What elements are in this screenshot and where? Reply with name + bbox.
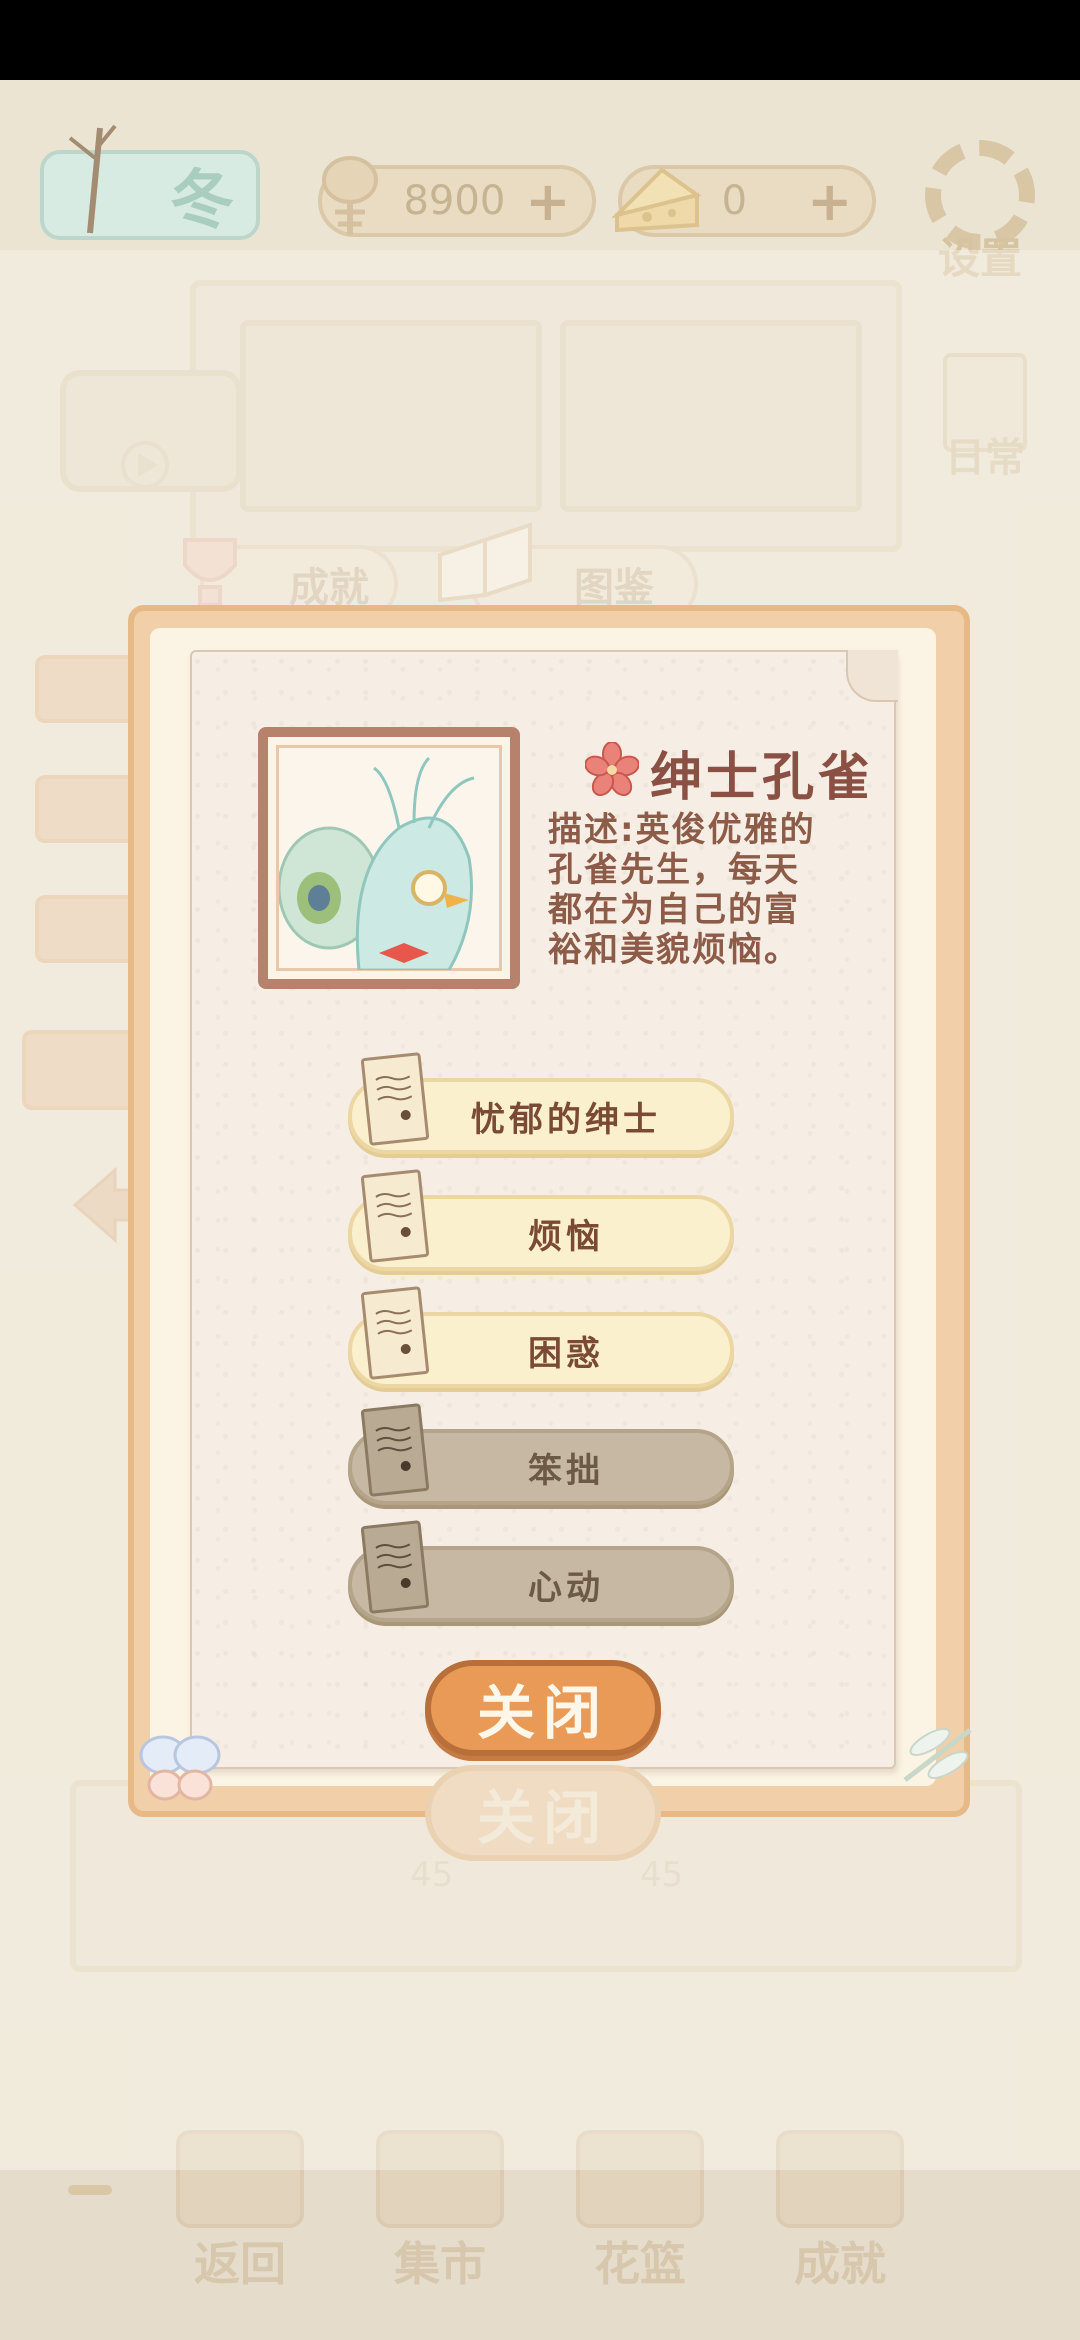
cheese-icon <box>610 155 702 235</box>
flower-icon <box>584 741 640 797</box>
nav-achievement-label: 成就 <box>794 2237 886 2291</box>
nav-flower-basket-label: 花篮 <box>594 2237 686 2291</box>
bottom-navigation <box>0 2170 1080 2340</box>
snowman-icon <box>60 118 120 238</box>
story-label: 心动 <box>528 1567 604 1608</box>
fish-count: 8900 <box>403 178 506 224</box>
story-label: 笨拙 <box>528 1450 604 1491</box>
character-description: 描述:英俊优雅的 孔雀先生，每天 都在为自己的富 裕和美貌烦恼。 <box>548 810 816 970</box>
close-button-shadow-label: 关闭 <box>476 1784 609 1852</box>
character-portrait <box>258 727 520 989</box>
status-bar <box>0 0 1080 80</box>
dragonfly-icon <box>890 1720 980 1790</box>
story-label: 忧郁的绅士 <box>471 1099 661 1140</box>
season-label: 冬 <box>170 164 234 238</box>
note-icon <box>360 1169 430 1263</box>
story-label: 烦恼 <box>528 1216 604 1257</box>
add-cheese-button[interactable]: + <box>807 170 852 233</box>
nav-market-label: 集市 <box>394 2237 486 2291</box>
note-icon <box>360 1052 430 1146</box>
bottom-handle <box>68 2185 112 2195</box>
fish-bone-icon <box>310 150 390 240</box>
cheese-count: 0 <box>721 178 748 224</box>
peacock-illustration <box>277 756 475 972</box>
note-icon <box>360 1286 430 1380</box>
story-label: 困惑 <box>528 1333 604 1374</box>
add-fish-button[interactable]: + <box>525 170 570 233</box>
character-name: 绅士孔雀 <box>650 748 875 808</box>
close-button-shadow: 关闭 <box>425 1765 661 1861</box>
close-button[interactable]: 关闭 <box>425 1660 661 1756</box>
note-icon <box>360 1403 430 1497</box>
note-icon <box>360 1520 430 1614</box>
portrait-inner-frame <box>276 745 502 972</box>
close-button-label: 关闭 <box>476 1679 609 1747</box>
butterfly-icon <box>135 1725 225 1815</box>
nav-return-label: 返回 <box>194 2237 286 2291</box>
